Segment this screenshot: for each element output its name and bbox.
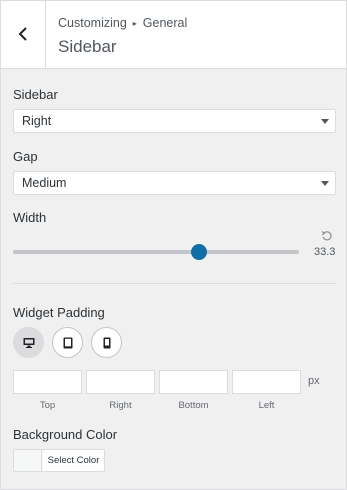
device-desktop-button[interactable] xyxy=(13,327,44,358)
gap-select-value: Medium xyxy=(22,176,67,190)
caret-down-icon xyxy=(321,119,329,124)
breadcrumb-separator-icon: ▸ xyxy=(132,19,137,28)
page-title: Sidebar xyxy=(58,37,117,56)
padding-right-label: Right xyxy=(109,400,132,411)
color-swatch xyxy=(14,450,42,471)
background-color-label: Background Color xyxy=(13,427,118,442)
device-tablet-button[interactable] xyxy=(52,327,83,358)
gap-label: Gap xyxy=(13,149,38,164)
tablet-icon xyxy=(63,337,72,348)
breadcrumb-parent: Customizing xyxy=(58,16,127,30)
gap-select[interactable]: Medium xyxy=(13,171,336,195)
width-label: Width xyxy=(13,210,47,225)
back-button[interactable] xyxy=(1,1,46,68)
select-color-button[interactable]: Select Color xyxy=(13,449,105,472)
sidebar-label: Sidebar xyxy=(13,87,58,102)
padding-unit[interactable]: px xyxy=(308,375,320,387)
mobile-icon xyxy=(103,337,110,348)
reset-icon[interactable] xyxy=(321,230,333,242)
device-mobile-button[interactable] xyxy=(91,327,122,358)
desktop-icon xyxy=(23,337,34,348)
breadcrumb: Customizing ▸ General xyxy=(58,16,187,30)
panel-header: Customizing ▸ General Sidebar xyxy=(1,1,346,69)
width-slider[interactable] xyxy=(13,250,299,254)
padding-right-input[interactable] xyxy=(86,370,155,394)
padding-top-input[interactable] xyxy=(13,370,82,394)
padding-left-label: Left xyxy=(258,400,275,411)
section-divider xyxy=(13,283,336,284)
breadcrumb-section: General xyxy=(142,16,188,30)
width-slider-fill xyxy=(13,250,199,254)
select-color-label: Select Color xyxy=(43,450,104,471)
padding-left-input[interactable] xyxy=(232,370,301,394)
padding-bottom-label: Bottom xyxy=(178,400,209,411)
customizer-panel: Customizing ▸ General Sidebar Sidebar Righ… xyxy=(0,0,347,490)
width-slider-handle[interactable] xyxy=(190,244,207,260)
sidebar-select[interactable]: Right xyxy=(13,109,336,133)
width-value: 33.3 xyxy=(314,246,336,258)
padding-bottom-input[interactable] xyxy=(159,370,228,394)
widget-padding-label: Widget Padding xyxy=(13,305,105,320)
caret-down-icon xyxy=(321,181,329,186)
sidebar-select-value: Right xyxy=(22,114,52,128)
chevron-left-icon xyxy=(18,27,27,41)
padding-top-label: Top xyxy=(39,400,56,411)
